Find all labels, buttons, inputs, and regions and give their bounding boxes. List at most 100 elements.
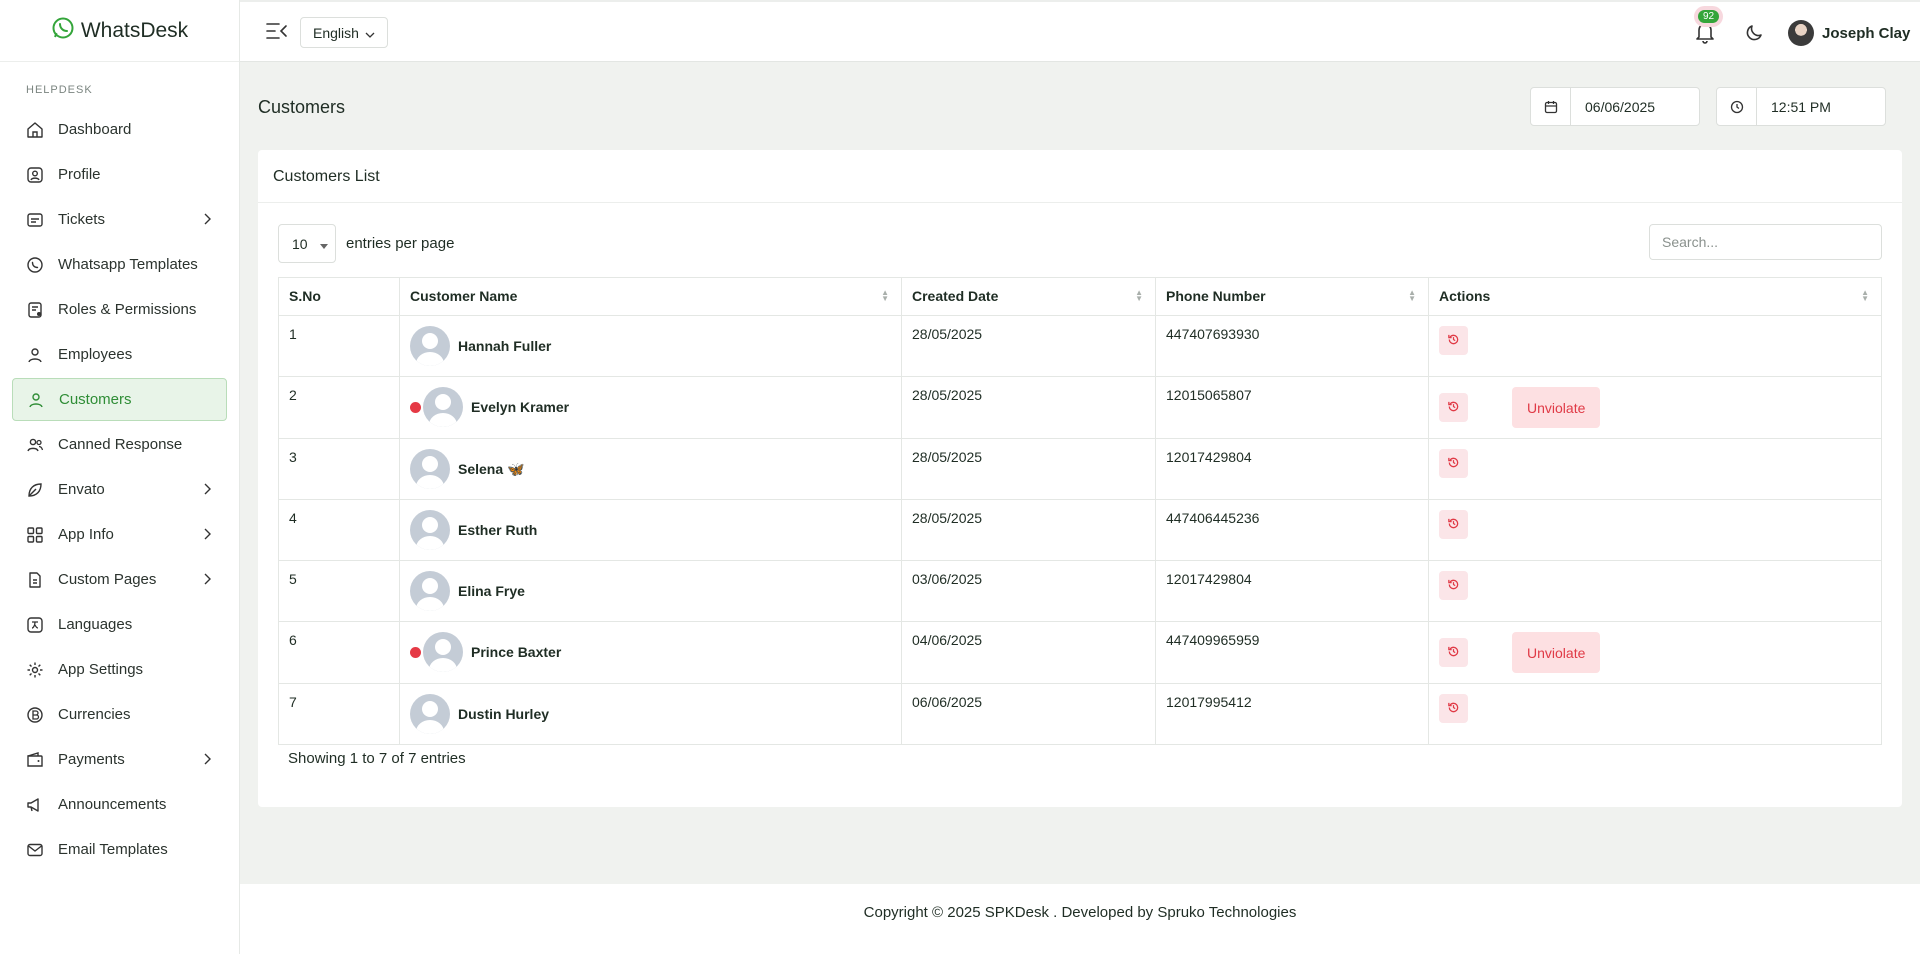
customer-name[interactable]: Evelyn Kramer	[471, 399, 569, 415]
sidebar-nav: Dashboard Profile Tickets Whatsapp Template…	[0, 108, 239, 871]
sidebar-item-canned-response[interactable]: Canned Response	[12, 423, 227, 466]
employee-icon	[26, 346, 44, 364]
sidebar-item-email-templates[interactable]: Email Templates	[12, 828, 227, 871]
leaf-icon	[26, 481, 44, 499]
cell-customer: Dustin Hurley	[399, 683, 902, 745]
cell-created-date: 28/05/2025	[901, 315, 1156, 377]
sidebar-item-whatsapp-templates[interactable]: Whatsapp Templates	[12, 243, 227, 286]
cell-actions	[1428, 560, 1882, 622]
customer-name[interactable]: Hannah Fuller	[458, 338, 551, 354]
sidebar-item-custom-pages[interactable]: Custom Pages	[12, 558, 227, 601]
sidebar-item-label: Currencies	[58, 706, 131, 723]
user-menu[interactable]: Joseph Clay	[1788, 20, 1910, 46]
unviolate-button[interactable]: Unviolate	[1512, 387, 1601, 428]
cell-phone: 12017429804	[1155, 560, 1429, 622]
menu-toggle-icon[interactable]	[266, 22, 288, 40]
sidebar-item-dashboard[interactable]: Dashboard	[12, 108, 227, 151]
sidebar-item-app-info[interactable]: App Info	[12, 513, 227, 556]
customer-avatar	[423, 632, 463, 672]
customer-avatar	[410, 449, 450, 489]
sidebar-item-label: App Settings	[58, 661, 144, 678]
megaphone-icon	[26, 796, 44, 814]
sidebar-item-label: Envato	[58, 481, 105, 498]
language-dropdown[interactable]: English	[300, 17, 388, 48]
sidebar-item-currencies[interactable]: Currencies	[12, 693, 227, 736]
history-button[interactable]	[1439, 638, 1468, 667]
history-button[interactable]	[1439, 510, 1468, 539]
brand[interactable]: WhatsDesk	[0, 0, 239, 62]
cell-actions: Unviolate	[1428, 621, 1882, 684]
history-button[interactable]	[1439, 393, 1468, 422]
customer-icon	[27, 391, 45, 409]
sort-icon: ▲ ▼	[1135, 288, 1143, 303]
cell-sno: 1	[278, 315, 400, 377]
wallet-icon	[26, 751, 44, 769]
search-input[interactable]	[1649, 224, 1882, 260]
cell-phone: 447407693930	[1155, 315, 1429, 377]
history-icon	[1447, 645, 1460, 661]
sidebar-item-profile[interactable]: Profile	[12, 153, 227, 196]
cell-actions: Unviolate	[1428, 376, 1882, 439]
column-header-actions[interactable]: Actions ▲ ▼	[1428, 277, 1882, 316]
sidebar-item-payments[interactable]: Payments	[12, 738, 227, 781]
sidebar-item-label: Custom Pages	[58, 571, 157, 588]
column-header-sno[interactable]: S.No	[278, 277, 400, 316]
customer-avatar	[410, 571, 450, 611]
sidebar-item-roles-permissions[interactable]: Roles & Permissions	[12, 288, 227, 331]
page-title: Customers	[258, 97, 346, 117]
time-picker[interactable]: 12:51 PM	[1716, 87, 1886, 126]
sidebar-item-envato[interactable]: Envato	[12, 468, 227, 511]
sidebar-item-customers[interactable]: Customers	[12, 378, 227, 421]
page-size-select[interactable]: 10	[278, 224, 336, 263]
cell-actions	[1428, 315, 1882, 377]
sidebar-item-tickets[interactable]: Tickets	[12, 198, 227, 241]
customer-name[interactable]: Esther Ruth	[458, 522, 537, 538]
column-header-customer-name[interactable]: Customer Name ▲ ▼	[399, 277, 902, 316]
page-icon	[26, 571, 44, 589]
sidebar-item-label: Languages	[58, 616, 133, 633]
unviolate-button[interactable]: Unviolate	[1512, 632, 1601, 673]
history-button[interactable]	[1439, 694, 1468, 723]
history-button[interactable]	[1439, 449, 1468, 478]
sidebar-item-announcements[interactable]: Announcements	[12, 783, 227, 826]
history-icon	[1447, 456, 1460, 472]
cell-sno: 4	[278, 499, 400, 561]
customer-name[interactable]: Elina Frye	[458, 583, 525, 599]
cell-created-date: 06/06/2025	[901, 683, 1156, 745]
sidebar-item-label: App Info	[58, 526, 114, 543]
apps-icon	[26, 526, 44, 544]
page-size-value: 10	[292, 235, 308, 252]
customer-name[interactable]: Dustin Hurley	[458, 706, 549, 722]
history-button[interactable]	[1439, 571, 1468, 600]
table-body: 1 Hannah Fuller 28/05/2025 447407693930 2 Eve…	[278, 315, 1882, 745]
date-picker[interactable]: 06/06/2025	[1530, 87, 1700, 126]
sidebar-item-languages[interactable]: Languages	[12, 603, 227, 646]
sidebar-item-app-settings[interactable]: App Settings	[12, 648, 227, 691]
sort-icon: ▲ ▼	[881, 288, 889, 303]
notification-bell-icon[interactable]	[1694, 20, 1716, 44]
customer-name[interactable]: Prince Baxter	[471, 644, 561, 660]
column-header-created-date[interactable]: Created Date ▲ ▼	[901, 277, 1156, 316]
table-row: 2 Evelyn Kramer 28/05/2025 12015065807 Unvio…	[278, 376, 1882, 439]
sidebar-item-employees[interactable]: Employees	[12, 333, 227, 376]
history-button[interactable]	[1439, 326, 1468, 355]
customer-avatar	[410, 326, 450, 366]
table-row: 1 Hannah Fuller 28/05/2025 447407693930	[278, 315, 1882, 377]
language-label: English	[313, 24, 359, 41]
user-avatar	[1788, 20, 1814, 46]
caret-down-icon	[319, 236, 328, 252]
time-value: 12:51 PM	[1771, 98, 1831, 115]
customer-name[interactable]: Selena 🦋	[458, 461, 524, 478]
sidebar-item-label: Canned Response	[58, 436, 183, 453]
cell-phone: 12017429804	[1155, 438, 1429, 500]
column-header-phone-number[interactable]: Phone Number ▲ ▼	[1155, 277, 1429, 316]
cell-created-date: 28/05/2025	[901, 376, 1156, 439]
cell-sno: 5	[278, 560, 400, 622]
dark-mode-toggle-icon[interactable]	[1745, 22, 1765, 42]
cell-actions	[1428, 683, 1882, 745]
users-icon	[26, 436, 44, 454]
settings-icon	[26, 661, 44, 679]
pagination-info: Showing 1 to 7 of 7 entries	[288, 750, 466, 767]
cell-created-date: 28/05/2025	[901, 499, 1156, 561]
copyright-text: Copyright © 2025 SPKDesk . Developed by …	[863, 903, 1297, 921]
